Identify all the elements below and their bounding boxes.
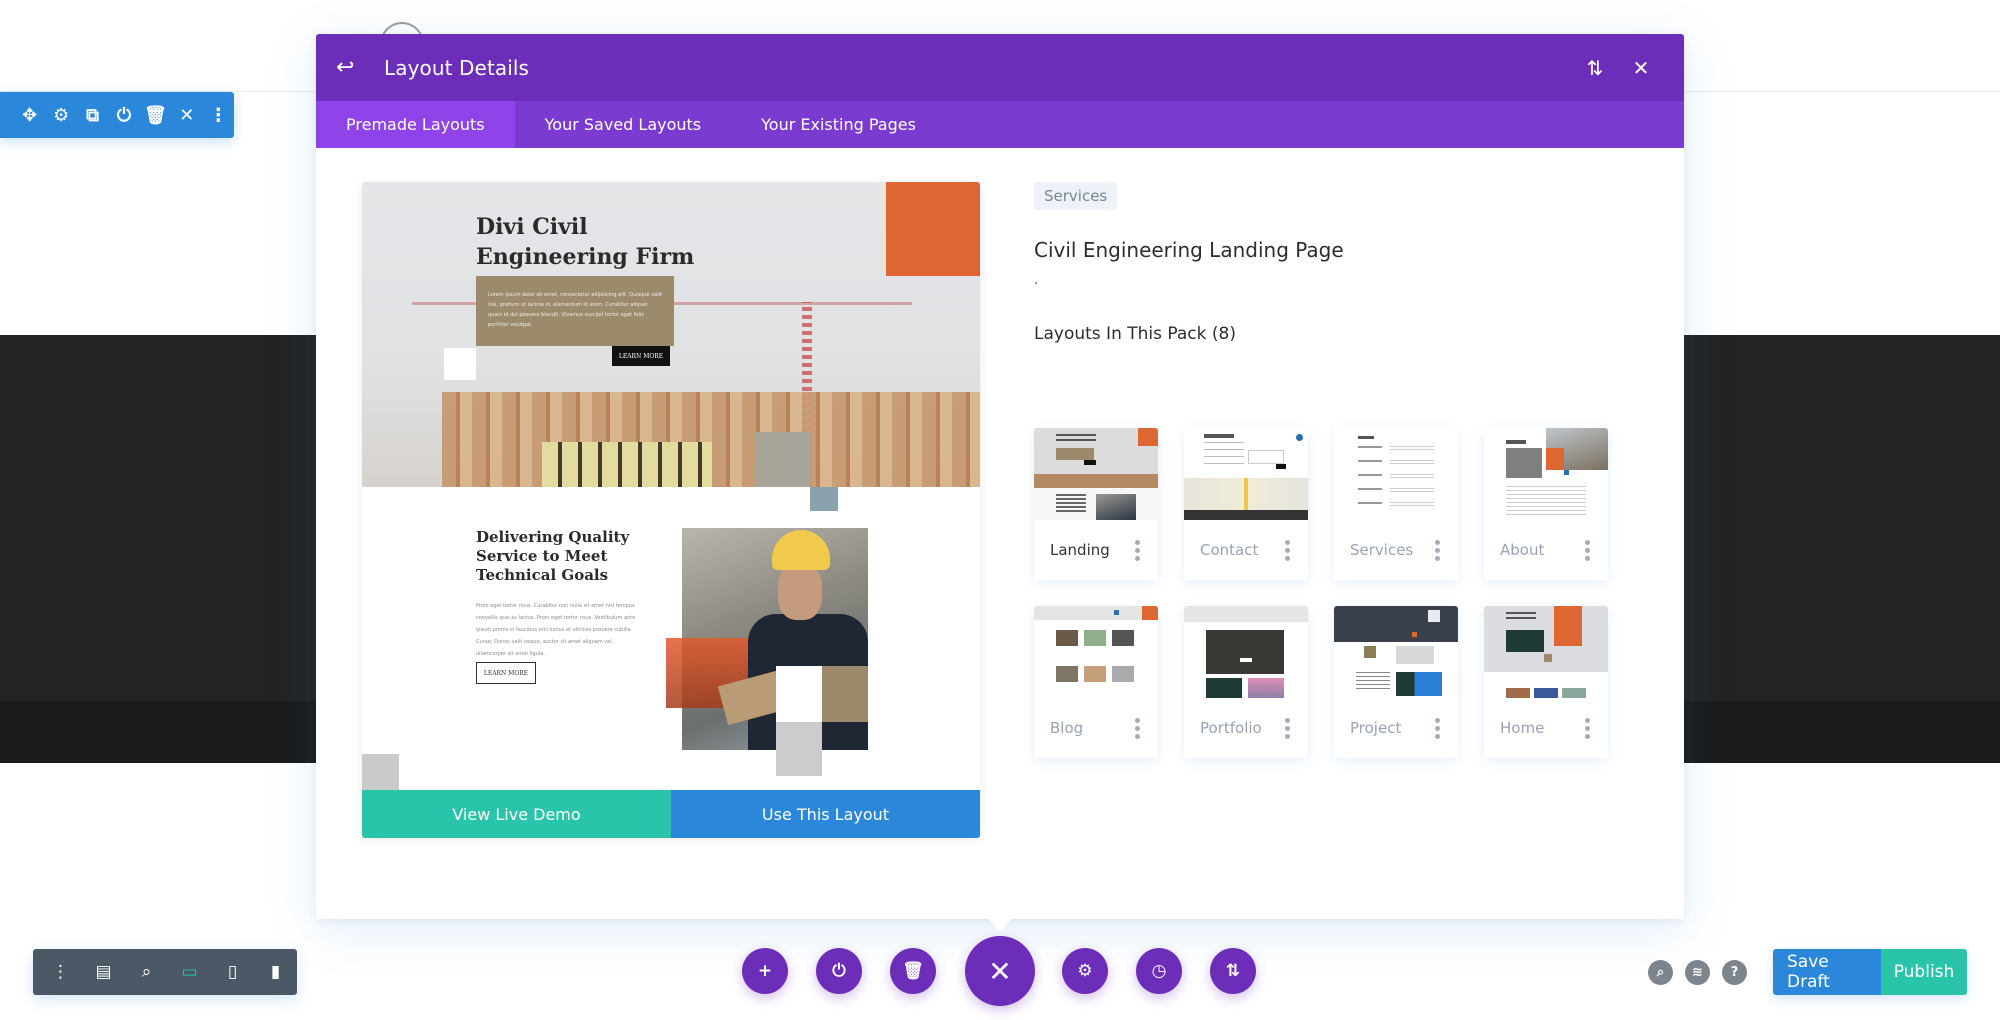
preview-hero-title: Divi Civil Engineering Firm [476,214,695,270]
pack-layout-card[interactable]: About [1484,428,1608,580]
layout-thumbnail [1334,428,1458,520]
close-icon[interactable]: ✕ [1618,56,1664,80]
pack-layout-label: Home [1500,719,1545,737]
publish-button[interactable]: Publish [1881,949,1967,995]
history-icon[interactable]: ◷ [1136,948,1182,994]
pack-layout-label: Services [1350,541,1414,559]
layers-icon[interactable]: ≋ [1685,960,1710,985]
decor-square [362,754,399,794]
modal-title: Layout Details [384,55,530,80]
more-options-icon[interactable] [1281,714,1294,743]
modal-header: ↩ Layout Details ⇅ ✕ [316,34,1684,101]
save-to-library-icon[interactable]: ⏻ [108,92,139,138]
pack-layout-label: Contact [1200,541,1259,559]
duplicate-icon[interactable]: ⧉ [77,92,108,138]
trash-icon[interactable]: 🗑︎ [890,948,936,994]
layout-thumbnail [1484,428,1608,520]
pack-layout-label: About [1500,541,1545,559]
load-icon[interactable]: ⏻ [816,948,862,994]
pack-layout-card[interactable]: Home [1484,606,1608,758]
pack-layout-label: Landing [1050,541,1110,559]
use-this-layout-button[interactable]: Use This Layout [671,790,980,838]
more-options-icon[interactable] [1131,536,1144,565]
move-icon[interactable]: ✥ [14,92,45,138]
more-options-icon[interactable] [1431,536,1444,565]
building-image [442,392,980,487]
more-options-icon[interactable] [1581,536,1594,565]
more-options-icon[interactable] [1581,714,1594,743]
layout-description: . [1034,272,1039,288]
preview-section-button: LEARN MORE [476,662,536,684]
layout-thumbnail [1184,428,1308,520]
layout-details-modal: ↩ Layout Details ⇅ ✕ Premade Layouts You… [316,34,1684,919]
modal-tabs: Premade Layouts Your Saved Layouts Your … [316,101,1684,148]
layout-thumbnail [1484,606,1608,698]
section-toolbar: ✥ ⚙ ⧉ ⏻ 🗑︎ ✕ ⋮ [0,92,234,138]
pack-layout-label: Project [1350,719,1402,737]
more-options-icon[interactable] [1431,714,1444,743]
decor-square [776,666,822,722]
layout-name: Civil Engineering Landing Page [1034,238,1344,262]
layout-preview[interactable]: Divi Civil Engineering Firm Lorem ipsum … [362,182,980,837]
layout-thumbnail [1034,606,1158,698]
decor-square [776,722,822,776]
pack-layout-card[interactable]: Project [1334,606,1458,758]
view-live-demo-button[interactable]: View Live Demo [362,790,671,838]
layout-thumbnail [1184,606,1308,698]
decor-square [755,432,810,487]
sort-icon[interactable]: ⇅ [1210,948,1256,994]
orange-accent-square [886,182,980,276]
gear-icon[interactable]: ⚙ [45,92,76,138]
search-icon[interactable]: ⌕ [1648,960,1673,985]
preview-hero: Divi Civil Engineering Firm Lorem ipsum … [362,182,980,487]
preview-actions: View Live Demo Use This Layout [362,790,980,838]
pack-layout-card[interactable]: Services [1334,428,1458,580]
tab-saved-layouts[interactable]: Your Saved Layouts [515,101,731,148]
pack-layout-card[interactable]: Contact [1184,428,1308,580]
pack-layout-card[interactable]: Portfolio [1184,606,1308,758]
category-badge[interactable]: Services [1034,182,1118,210]
layout-thumbnail [1334,606,1458,698]
preview-hero-body: Lorem ipsum dolor sit amet, consectetur … [476,276,674,346]
save-draft-button[interactable]: Save Draft [1773,949,1881,995]
preview-section-body: Proin eget tortor risus. Curabitur non n… [476,603,636,657]
pack-layouts-grid: Landing Contact Services About Blog Port… [1034,428,1634,758]
pack-title: Layouts In This Pack (8) [1034,324,1236,344]
help-icons: ⌕ ≋ ? [1648,960,1747,985]
gear-icon[interactable]: ⚙ [1062,948,1108,994]
pack-layout-label: Blog [1050,719,1084,737]
close-icon[interactable]: ✕ [171,92,202,138]
pack-layout-card[interactable]: Blog [1034,606,1158,758]
decor-square [822,666,868,722]
modal-pointer [988,918,1012,932]
more-options-icon[interactable] [1131,714,1144,743]
add-icon[interactable]: + [742,948,788,994]
layout-details: Services Civil Engineering Landing Page … [1034,182,1654,344]
preview-hero-button: LEARN MORE [612,346,670,366]
more-options-icon[interactable] [1281,536,1294,565]
sort-icon[interactable]: ⇅ [1572,56,1618,80]
preview-section-title: Delivering Quality Service to Meet Techn… [476,528,630,584]
pack-layout-label: Portfolio [1200,719,1262,737]
tab-existing-pages[interactable]: Your Existing Pages [731,101,946,148]
more-icon[interactable]: ⋮ [203,92,234,138]
back-arrow-icon[interactable]: ↩ [336,55,366,80]
trash-icon[interactable]: 🗑︎ [140,92,171,138]
publish-group: Save Draft Publish [1773,949,1967,995]
layout-thumbnail [1034,428,1158,520]
decor-square [810,487,838,511]
pack-layout-card[interactable]: Landing [1034,428,1158,580]
help-icon[interactable]: ? [1722,960,1747,985]
decor-square [444,348,476,380]
tab-premade-layouts[interactable]: Premade Layouts [316,101,515,148]
close-icon[interactable]: ✕ [965,936,1035,1006]
